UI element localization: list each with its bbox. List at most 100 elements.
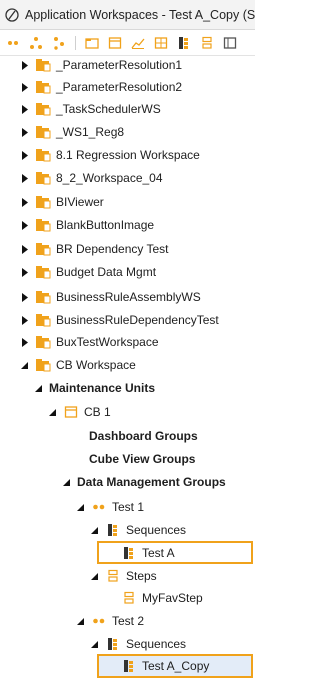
sequences-icon <box>105 523 121 537</box>
data-management-group-icon <box>91 500 107 514</box>
tree-item[interactable]: Test A <box>106 544 175 562</box>
expand-arrow-closed-icon[interactable] <box>20 197 29 207</box>
panel-icon[interactable] <box>223 36 237 50</box>
tree-item[interactable]: Dashboard Groups <box>74 427 198 445</box>
expand-arrow-open-icon[interactable] <box>34 384 43 393</box>
tree-item[interactable]: BuxTestWorkspace <box>20 333 159 351</box>
tree-item[interactable]: Steps <box>90 567 157 585</box>
workspace-icon <box>35 335 51 349</box>
tree-item[interactable]: CB 1 <box>48 403 111 421</box>
tree-item[interactable]: BusinessRuleAssemblyWS <box>20 288 201 306</box>
expand-arrow-open-icon[interactable] <box>90 640 99 649</box>
tree-item[interactable]: BusinessRuleDependencyTest <box>20 311 219 329</box>
step-icon[interactable] <box>200 36 214 50</box>
workspace-icon <box>35 358 51 372</box>
tree-icon[interactable] <box>52 36 66 50</box>
tree-item[interactable]: Budget Data Mgmt <box>20 263 156 281</box>
expand-arrow-closed-icon[interactable] <box>20 104 29 114</box>
app-logo-icon <box>5 7 19 22</box>
tree-item[interactable]: CB Workspace <box>20 356 136 374</box>
expand-arrow-open-icon[interactable] <box>62 478 71 487</box>
toolbar <box>0 30 255 56</box>
tree-item[interactable]: Data Management Groups <box>62 473 226 491</box>
tree-item[interactable]: Test 1 <box>76 498 144 516</box>
tree-item[interactable]: Maintenance Units <box>34 379 155 397</box>
window-icon[interactable] <box>108 36 122 50</box>
expand-arrow-open-icon[interactable] <box>76 503 85 512</box>
workspace-icon <box>35 125 51 139</box>
sequence-icon[interactable] <box>177 36 191 50</box>
expand-arrow-closed-icon[interactable] <box>20 267 29 277</box>
expand-arrow-open-icon[interactable] <box>90 526 99 535</box>
tree-item[interactable]: MyFavStep <box>106 589 203 607</box>
expand-arrow-open-icon[interactable] <box>48 408 57 417</box>
tree-item-label: _WS1_Reg8 <box>56 125 125 139</box>
tree-item[interactable]: _ParameterResolution2 <box>20 78 182 96</box>
expand-arrow-closed-icon[interactable] <box>20 337 29 347</box>
workspace-icon <box>35 195 51 209</box>
expand-arrow-closed-icon[interactable] <box>20 292 29 302</box>
tree-item-label: BR Dependency Test <box>56 242 169 256</box>
tree-item[interactable]: Test 2 <box>76 612 144 630</box>
workspace-icon <box>35 242 51 256</box>
tree-item-label: Cube View Groups <box>89 452 196 466</box>
tree-item-label: BuxTestWorkspace <box>56 335 159 349</box>
expand-arrow-closed-icon[interactable] <box>20 173 29 183</box>
tree-item[interactable]: _TaskSchedulerWS <box>20 100 161 118</box>
tree-item-label: 8_2_Workspace_04 <box>56 171 163 185</box>
folder-icon[interactable] <box>85 36 99 50</box>
hierarchy-icon[interactable] <box>29 36 43 50</box>
tree-item[interactable]: 8.1 Regression Workspace <box>20 146 200 164</box>
expand-arrow-closed-icon[interactable] <box>20 60 29 70</box>
expand-arrow-closed-icon[interactable] <box>20 82 29 92</box>
tree-item-label: Sequences <box>126 637 187 651</box>
sequence-icon <box>121 546 137 560</box>
workspace-icon <box>35 171 51 185</box>
data-management-group-icon <box>91 614 107 628</box>
tree-item[interactable]: 8_2_Workspace_04 <box>20 169 163 187</box>
sequence-icon <box>121 659 137 673</box>
tree-item[interactable]: Sequences <box>90 521 186 539</box>
tree-item-label: CB Workspace <box>56 358 136 372</box>
tree-item[interactable]: Cube View Groups <box>74 450 195 468</box>
workspace-icon <box>35 80 51 94</box>
tree-item-label: Budget Data Mgmt <box>56 265 157 279</box>
workspace-icon <box>35 313 51 327</box>
steps-icon <box>105 569 121 583</box>
dots-icon[interactable] <box>6 36 20 50</box>
tree-item-label: CB 1 <box>84 405 111 419</box>
tree-item-label: _ParameterResolution2 <box>56 80 183 94</box>
tree-item[interactable]: _ParameterResolution1 <box>20 56 182 74</box>
expand-arrow-open-icon[interactable] <box>76 617 85 626</box>
expand-arrow-closed-icon[interactable] <box>20 127 29 137</box>
expand-arrow-closed-icon[interactable] <box>20 244 29 254</box>
step-icon <box>121 591 137 605</box>
expand-arrow-open-icon[interactable] <box>90 572 99 581</box>
tree-item[interactable]: BR Dependency Test <box>20 240 169 258</box>
tree-item-label: BIViewer <box>56 195 104 209</box>
workspace-icon <box>35 218 51 232</box>
tree-item[interactable]: BIViewer <box>20 193 104 211</box>
chart-icon[interactable] <box>131 36 145 50</box>
tree-item[interactable]: Test A_Copy <box>106 657 209 675</box>
tree-item-label: Test 1 <box>112 500 145 514</box>
workspace-icon <box>35 290 51 304</box>
maintenance-unit-icon <box>63 405 79 419</box>
grid-icon[interactable] <box>154 36 168 50</box>
tree-item[interactable]: _WS1_Reg8 <box>20 123 124 141</box>
tree-item-label: _ParameterResolution1 <box>56 58 183 72</box>
tree-item[interactable]: BlankButtonImage <box>20 216 154 234</box>
tree-item-label: Test A <box>142 546 175 560</box>
tree-item-label: Test A_Copy <box>142 659 210 673</box>
expand-arrow-closed-icon[interactable] <box>20 315 29 325</box>
tree-item[interactable]: Sequences <box>90 635 186 653</box>
tree-item-label: Sequences <box>126 523 187 537</box>
workspace-icon <box>35 148 51 162</box>
expand-arrow-closed-icon[interactable] <box>20 220 29 230</box>
expand-arrow-open-icon[interactable] <box>20 361 29 370</box>
window-title: Application Workspaces - Test A_Copy (Se… <box>25 7 255 22</box>
workspace-icon <box>35 58 51 72</box>
workspace-icon <box>35 102 51 116</box>
tree-item-label: Steps <box>126 569 157 583</box>
expand-arrow-closed-icon[interactable] <box>20 150 29 160</box>
